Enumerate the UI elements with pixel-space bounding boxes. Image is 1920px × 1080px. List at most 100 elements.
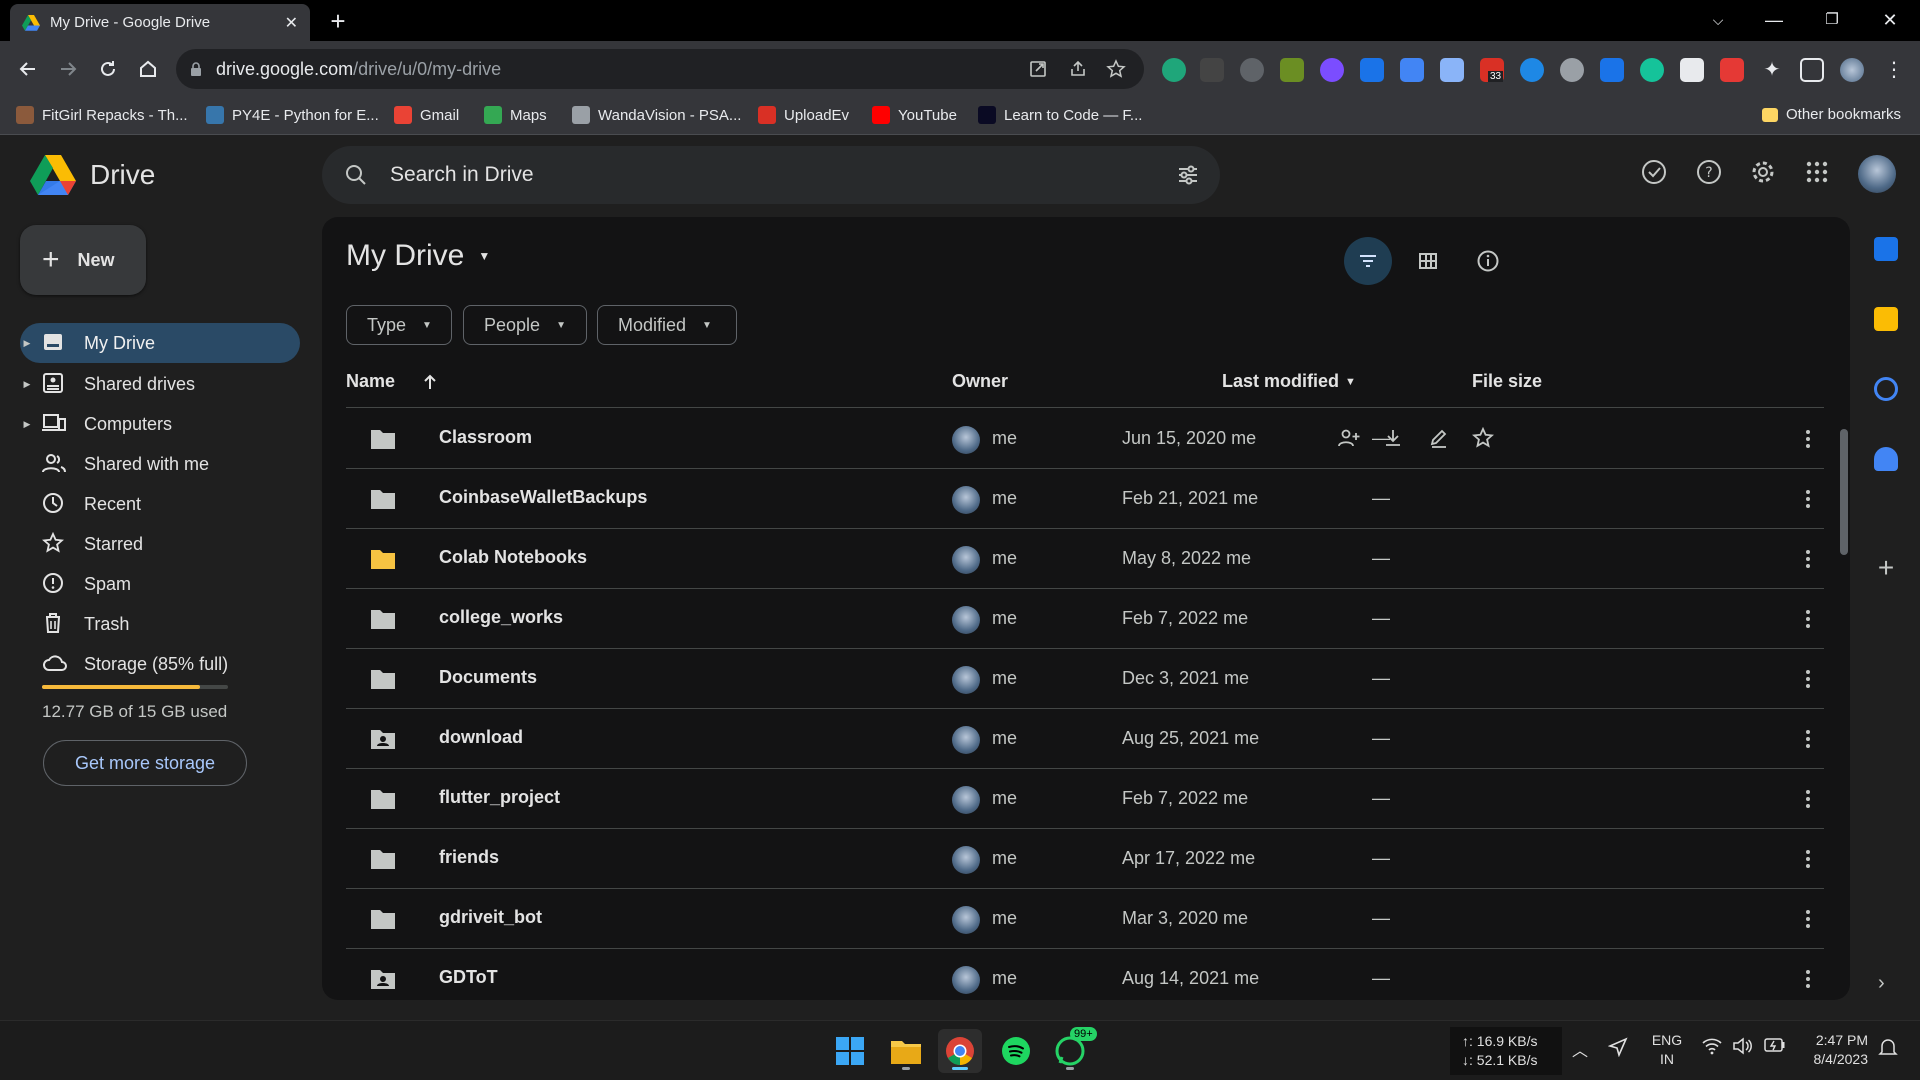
- more-actions-icon[interactable]: [1796, 727, 1820, 751]
- lock-icon[interactable]: [190, 62, 202, 76]
- file-name[interactable]: CoinbaseWalletBackups: [439, 487, 647, 508]
- get-more-storage-button[interactable]: Get more storage: [43, 740, 247, 786]
- file-name[interactable]: college_works: [439, 607, 563, 628]
- search-icon[interactable]: [344, 163, 368, 187]
- sidebar-item-spam[interactable]: Spam: [20, 564, 300, 604]
- more-actions-icon[interactable]: [1796, 547, 1820, 571]
- help-icon[interactable]: ?: [1695, 158, 1725, 188]
- offline-ready-icon[interactable]: [1640, 158, 1670, 188]
- show-hidden-icons-chevron-icon[interactable]: ︿: [1572, 1037, 1588, 1061]
- tab-search-icon[interactable]: ⌵: [1698, 6, 1738, 34]
- extension-cloud-icon[interactable]: [1240, 58, 1264, 82]
- bookmark-star-icon[interactable]: [1106, 59, 1130, 83]
- file-name[interactable]: flutter_project: [439, 787, 560, 808]
- extension-glasses-icon[interactable]: [1200, 58, 1224, 82]
- tab-close-icon[interactable]: ✕: [285, 13, 298, 33]
- file-name[interactable]: Colab Notebooks: [439, 547, 587, 568]
- restore-icon[interactable]: ❐: [1812, 6, 1852, 34]
- sort-arrow-up-icon[interactable]: [421, 373, 439, 391]
- file-row[interactable]: flutter_project me Feb 7, 2022 me —: [346, 769, 1824, 829]
- rename-pencil-icon[interactable]: [1428, 427, 1452, 451]
- extension-tab-icon[interactable]: [1360, 58, 1384, 82]
- scrollbar[interactable]: [1840, 429, 1848, 555]
- new-button[interactable]: + New: [20, 225, 146, 295]
- apps-grid-icon[interactable]: [1803, 158, 1833, 188]
- sidebar-item-storage-full[interactable]: Storage (85% full): [20, 644, 300, 684]
- filter-people[interactable]: People ▼: [463, 305, 587, 345]
- new-tab-button[interactable]: +: [324, 8, 352, 36]
- settings-gear-icon[interactable]: [1749, 158, 1779, 188]
- file-name[interactable]: friends: [439, 847, 499, 868]
- extension-idm-icon[interactable]: [1600, 58, 1624, 82]
- more-actions-icon[interactable]: [1796, 847, 1820, 871]
- file-name[interactable]: GDToT: [439, 967, 498, 988]
- start-windows-icon[interactable]: [828, 1029, 872, 1073]
- file-row[interactable]: Colab Notebooks me May 8, 2022 me —: [346, 529, 1824, 589]
- minimize-icon[interactable]: —: [1754, 6, 1794, 34]
- extension-python-icon[interactable]: [1280, 58, 1304, 82]
- bookmark-item[interactable]: YouTube: [872, 106, 957, 124]
- sidebar-item-shared-with-me[interactable]: Shared with me: [20, 444, 300, 484]
- extension-globe-icon[interactable]: [1560, 58, 1584, 82]
- profile-avatar[interactable]: [1840, 58, 1864, 82]
- extension-bot-icon[interactable]: [1520, 58, 1544, 82]
- filter-modified[interactable]: Modified ▼: [597, 305, 737, 345]
- bookmark-item[interactable]: WandaVision - PSA...: [572, 106, 741, 124]
- sidebar-item-trash[interactable]: Trash: [20, 604, 300, 644]
- forward-icon[interactable]: [54, 55, 82, 83]
- extension-download-icon[interactable]: [1440, 58, 1464, 82]
- extension-shield-icon[interactable]: [1320, 58, 1344, 82]
- search-options-icon[interactable]: [1176, 163, 1200, 187]
- more-actions-icon[interactable]: [1796, 487, 1820, 511]
- file-row[interactable]: Documents me Dec 3, 2021 me —: [346, 649, 1824, 709]
- list-layout-icon[interactable]: [1344, 237, 1392, 285]
- side-panel-icon[interactable]: [1800, 58, 1824, 82]
- bookmark-item[interactable]: UploadEv: [758, 106, 849, 124]
- file-name[interactable]: Classroom: [439, 427, 532, 448]
- extension-pocket-icon[interactable]: [1720, 58, 1744, 82]
- share-icon[interactable]: [1068, 59, 1092, 83]
- filter-type[interactable]: Type ▼: [346, 305, 452, 345]
- reload-icon[interactable]: [94, 55, 122, 83]
- download-icon[interactable]: [1382, 427, 1406, 451]
- more-actions-icon[interactable]: [1796, 667, 1820, 691]
- file-row[interactable]: college_works me Feb 7, 2022 me —: [346, 589, 1824, 649]
- file-row[interactable]: download me Aug 25, 2021 me —: [346, 709, 1824, 769]
- chrome-menu-icon[interactable]: ⋮: [1882, 58, 1906, 82]
- more-actions-icon[interactable]: [1796, 607, 1820, 631]
- file-row[interactable]: GDToT me Aug 14, 2021 me —: [346, 949, 1824, 1000]
- sidebar-item-computers[interactable]: ▶ Computers: [20, 404, 300, 444]
- notifications-icon[interactable]: [1878, 1037, 1898, 1057]
- sidebar-item-shared-drives[interactable]: ▶ Shared drives: [20, 364, 300, 404]
- grid-layout-icon[interactable]: [1404, 237, 1452, 285]
- account-avatar[interactable]: [1858, 155, 1896, 193]
- search-bar[interactable]: Search in Drive: [322, 146, 1220, 204]
- add-star-icon[interactable]: [1472, 427, 1496, 451]
- bookmark-item[interactable]: FitGirl Repacks - Th...: [16, 106, 188, 124]
- file-row[interactable]: Classroom me Jun 15, 2020 me —: [346, 409, 1824, 469]
- details-info-icon[interactable]: [1464, 237, 1512, 285]
- more-actions-icon[interactable]: [1796, 787, 1820, 811]
- file-name[interactable]: Documents: [439, 667, 537, 688]
- volume-icon[interactable]: [1732, 1037, 1752, 1055]
- search-input[interactable]: Search in Drive: [390, 163, 1176, 187]
- browser-tab-active[interactable]: My Drive - Google Drive ✕: [10, 4, 310, 41]
- system-clock[interactable]: 2:47 PM 8/4/2023: [1804, 1031, 1869, 1069]
- expand-caret-icon[interactable]: ▶: [20, 338, 34, 349]
- file-row[interactable]: CoinbaseWalletBackups me Feb 21, 2021 me —: [346, 469, 1824, 529]
- location-arrow-icon[interactable]: [1608, 1037, 1628, 1057]
- column-name[interactable]: Name: [346, 371, 439, 392]
- keep-icon[interactable]: [1874, 307, 1898, 331]
- extensions-puzzle-icon[interactable]: ✦: [1760, 58, 1784, 82]
- extension-window-icon[interactable]: [1680, 58, 1704, 82]
- more-actions-icon[interactable]: [1796, 427, 1820, 451]
- file-row[interactable]: friends me Apr 17, 2022 me —: [346, 829, 1824, 889]
- more-actions-icon[interactable]: [1796, 967, 1820, 991]
- sidebar-item-recent[interactable]: Recent: [20, 484, 300, 524]
- page-title[interactable]: My Drive ▼: [346, 239, 490, 273]
- sidebar-item-starred[interactable]: Starred: [20, 524, 300, 564]
- back-icon[interactable]: [14, 55, 42, 83]
- chevron-right-icon[interactable]: ›: [1878, 973, 1894, 993]
- other-bookmarks[interactable]: Other bookmarks: [1762, 106, 1901, 123]
- get-addons-plus-icon[interactable]: +: [1874, 554, 1898, 582]
